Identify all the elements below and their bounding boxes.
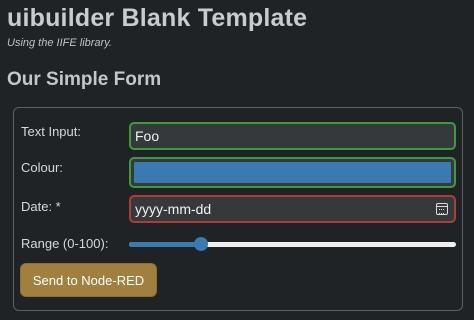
colour-picker[interactable] <box>129 157 456 188</box>
range-thumb[interactable] <box>193 237 208 251</box>
range-slider[interactable] <box>129 237 456 251</box>
form-heading: Our Simple Form <box>7 69 162 90</box>
page: uibuilder Blank Template Using the IIFE … <box>0 0 474 320</box>
date-placeholder: yyyy-mm-dd <box>135 201 212 217</box>
calendar-icon[interactable] <box>436 203 448 215</box>
text-input-value: Foo <box>135 128 160 144</box>
page-subtitle: Using the IIFE library. <box>7 37 112 49</box>
date-label: Date: * <box>21 199 61 214</box>
range-fill <box>129 242 201 247</box>
send-to-node-red-button[interactable]: Send to Node-RED <box>20 263 157 297</box>
page-title: uibuilder Blank Template <box>7 4 308 32</box>
date-input[interactable]: yyyy-mm-dd <box>129 195 456 223</box>
colour-label: Colour: <box>21 160 63 175</box>
text-input[interactable]: Foo <box>129 122 456 150</box>
range-label: Range (0-100): <box>21 236 109 251</box>
text-input-label: Text Input: <box>21 124 81 139</box>
simple-form: Text Input: Foo Colour: Date: * yyyy-mm-… <box>13 107 463 311</box>
colour-swatch <box>134 162 451 183</box>
